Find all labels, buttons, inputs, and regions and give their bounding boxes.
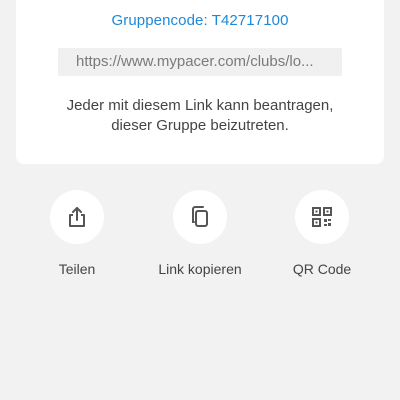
qr-code-label: QR Code [292, 261, 352, 277]
qr-code-button[interactable]: QR Code [267, 190, 377, 277]
invite-info-text: Jeder mit diesem Link kann beantragen, d… [30, 96, 370, 136]
share-label: Teilen [58, 261, 96, 277]
copy-link-label: Link kopieren [158, 261, 242, 277]
group-code: Gruppencode: T42717100 [111, 12, 289, 29]
copy-link-button-circle[interactable] [173, 190, 227, 244]
invite-info-line: dieser Gruppe beizutreten. [111, 117, 289, 134]
share-actions: Teilen Link kopieren QR Code [0, 190, 400, 290]
copy-link-button[interactable]: Link kopieren [145, 190, 255, 277]
invite-link-text: https://www.mypacer.com/clubs/lo... [76, 53, 314, 70]
copy-icon [192, 206, 208, 227]
share-button-circle[interactable] [50, 190, 104, 244]
invite-info-line: Jeder mit diesem Link kann beantragen, [66, 97, 334, 114]
share-icon [69, 207, 85, 227]
qr-code-icon [312, 207, 332, 227]
qr-code-button-circle[interactable] [295, 190, 349, 244]
invite-link-field[interactable]: https://www.mypacer.com/clubs/lo... [58, 48, 342, 76]
share-button[interactable]: Teilen [22, 190, 132, 277]
